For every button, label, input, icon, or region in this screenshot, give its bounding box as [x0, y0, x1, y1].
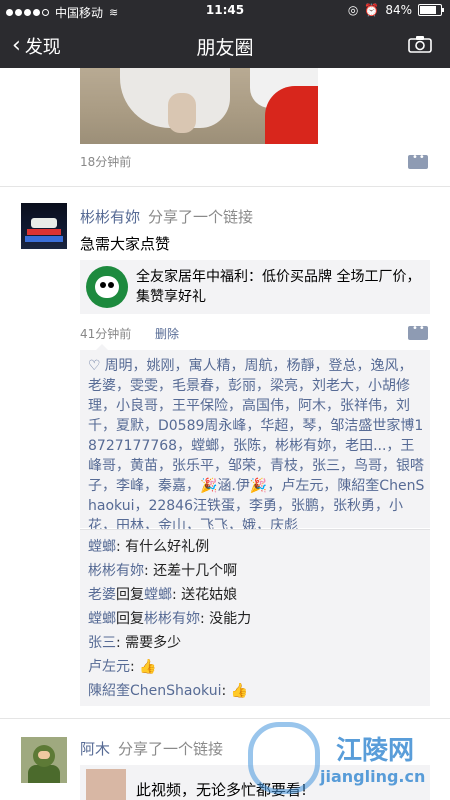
comment-more-icon[interactable]	[408, 152, 428, 169]
comment-text: 👍	[230, 683, 249, 699]
link-thumbnail	[86, 266, 128, 308]
post-time: 41分钟前	[80, 327, 132, 341]
comment-row[interactable]: 老婆回复螳螂: 送花姑娘	[88, 584, 237, 604]
avatar-shape	[28, 765, 60, 783]
author-name[interactable]: 彬彬有妳	[80, 208, 140, 226]
post-photo[interactable]	[80, 68, 318, 144]
comment-row[interactable]: 螳螂回复彬彬有妳: 没能力	[88, 608, 251, 628]
panda-eye	[108, 282, 114, 288]
comment-colon: :	[200, 611, 210, 627]
post-action: 分享了一个链接	[148, 208, 254, 226]
reply-target[interactable]: 彬彬有妳	[144, 611, 200, 627]
reply-word: 回复	[116, 611, 144, 627]
comment-text: 还差十几个啊	[153, 563, 238, 579]
comment-colon: :	[116, 539, 126, 555]
avatar[interactable]	[21, 737, 67, 783]
post-divider	[0, 186, 450, 187]
post-action: 分享了一个链接	[118, 740, 224, 758]
panda-logo-icon	[95, 276, 119, 298]
post-author-line: 阿木 分享了一个链接	[80, 738, 223, 759]
battery-percent: 84%	[385, 3, 412, 17]
comment-author[interactable]: 螳螂	[88, 539, 116, 555]
delete-link[interactable]: 删除	[155, 325, 179, 342]
page-title: 朋友圈	[196, 37, 254, 59]
comment-colon: :	[116, 635, 126, 651]
reply-target[interactable]: 螳螂	[144, 587, 172, 603]
comment-author[interactable]: 张三	[88, 635, 116, 651]
comment-more-icon[interactable]	[408, 323, 428, 340]
rotation-lock-icon: ◎	[347, 3, 359, 17]
avatar-shape	[25, 236, 63, 242]
comment-colon: :	[144, 563, 154, 579]
comment-author[interactable]: 老婆	[88, 587, 116, 603]
comment-author[interactable]: 陳紹奎ChenShaokui	[88, 683, 221, 699]
comment-text: 有什么好礼例	[125, 539, 210, 555]
avatar[interactable]	[21, 203, 67, 249]
comment-row[interactable]: 螳螂: 有什么好礼例	[88, 536, 209, 556]
comment-row[interactable]: 彬彬有妳: 还差十几个啊	[88, 560, 237, 580]
comment-author[interactable]: 螳螂	[88, 611, 116, 627]
photo-shape	[265, 86, 318, 144]
comment-row[interactable]: 卢左元: 👍	[88, 656, 157, 676]
reply-word: 回复	[116, 587, 144, 603]
avatar-shape	[27, 229, 61, 235]
watermark-url: jiangling.cn	[320, 767, 426, 786]
comment-row[interactable]: 陳紹奎ChenShaokui: 👍	[88, 680, 248, 700]
likes-list: ♡ 周明，姚刚，寓人精，周航，杨靜，登总，逸风，老婆，雯雯，毛景春，彭丽，梁亮，刘…	[80, 344, 430, 534]
comment-colon: :	[221, 683, 231, 699]
watermark-name: 江陵网	[336, 736, 415, 766]
battery-fill	[420, 6, 436, 14]
comment-author[interactable]: 彬彬有妳	[88, 563, 144, 579]
status-bar: 中国移动 ≋ 11:45 ◎ ⏰ 84%	[0, 0, 450, 22]
comments-list: 螳螂: 有什么好礼例 彬彬有妳: 还差十几个啊 老婆回复螳螂: 送花姑娘 螳螂回复彬彬…	[80, 529, 430, 706]
comment-text: 没能力	[209, 611, 252, 627]
alarm-icon: ⏰	[364, 3, 380, 17]
link-title: 全友家居年中福利：低价买品牌 全场工厂价，集赞享好礼	[136, 269, 421, 305]
avatar-shape	[31, 218, 57, 228]
site-watermark: 江陵网 jiangling.cn	[248, 722, 448, 800]
camera-icon[interactable]	[408, 35, 432, 53]
photo-shape	[168, 93, 196, 133]
post-author-line: 彬彬有妳 分享了一个链接	[80, 206, 253, 227]
likes-text-wrap: ♡ 周明，姚刚，寓人精，周航，杨靜，登总，逸风，老婆，雯雯，毛景春，彭丽，梁亮，刘…	[88, 356, 426, 536]
battery-icon	[418, 4, 444, 16]
post-divider	[0, 718, 450, 719]
post-time: 18分钟前	[80, 155, 132, 169]
post-text: 急需大家点赞	[80, 235, 171, 253]
shared-link-card[interactable]: 全友家居年中福利：低价买品牌 全场工厂价，集赞享好礼	[80, 260, 430, 314]
comment-text: 👍	[139, 659, 157, 675]
author-name[interactable]: 阿木	[80, 740, 110, 758]
panda-eye	[100, 282, 106, 288]
watermark-logo-icon	[248, 722, 320, 794]
link-thumbnail	[86, 769, 126, 800]
likes-names[interactable]: 周明，姚刚，寓人精，周航，杨靜，登总，逸风，老婆，雯雯，毛景春，彭丽，梁亮，刘老…	[88, 358, 424, 534]
comment-colon: :	[130, 659, 140, 675]
nav-bar: ‹ 发现 朋友圈	[0, 22, 450, 68]
comment-text: 送花姑娘	[181, 587, 238, 603]
comment-colon: :	[172, 587, 182, 603]
comment-text: 需要多少	[125, 635, 182, 651]
comment-row[interactable]: 张三: 需要多少	[88, 632, 181, 652]
avatar-shape	[38, 751, 50, 759]
comment-author[interactable]: 卢左元	[88, 659, 130, 675]
heart-icon: ♡	[88, 358, 101, 374]
